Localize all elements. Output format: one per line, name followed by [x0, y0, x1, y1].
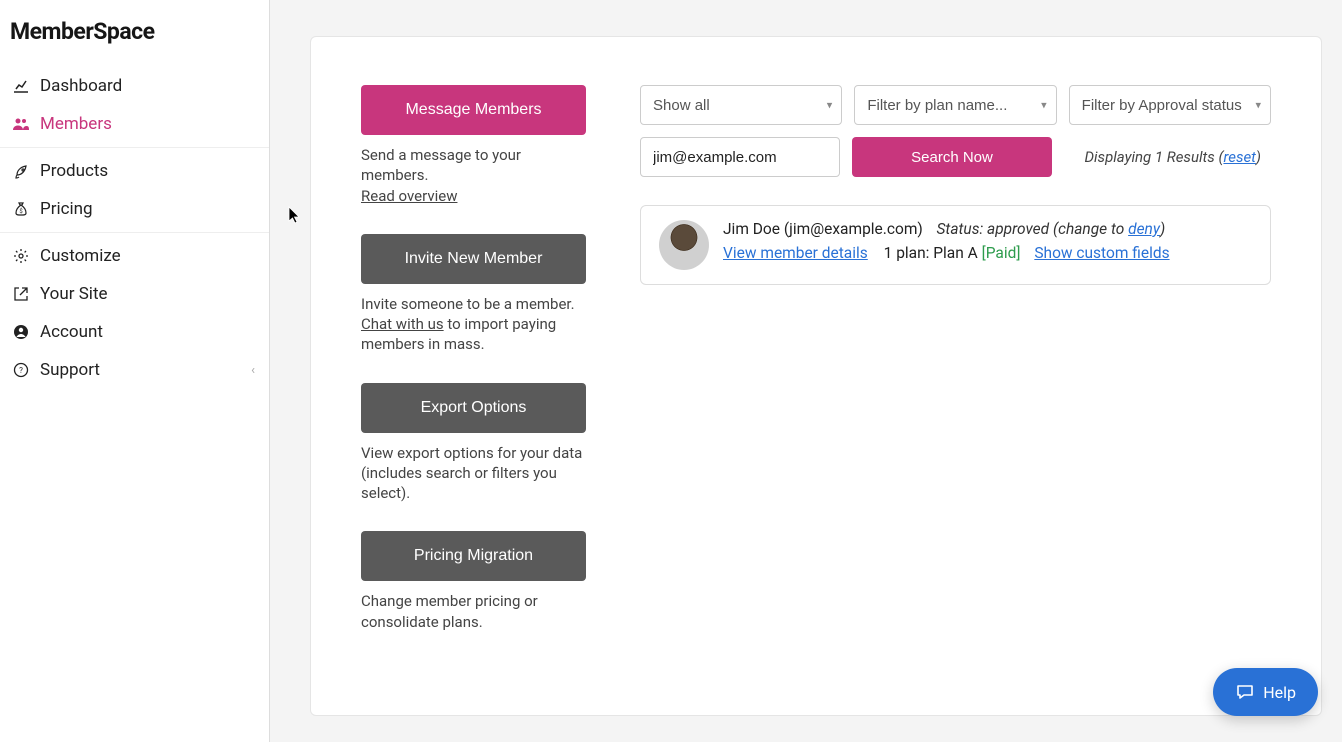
pricing-helper: Change member pricing or consolidate pla…: [361, 591, 586, 632]
sidebar-item-label: Products: [40, 161, 108, 181]
search-input[interactable]: [640, 137, 840, 177]
search-now-button[interactable]: Search Now: [852, 137, 1052, 177]
users-icon: [12, 115, 30, 133]
sidebar-item-label: Customize: [40, 246, 121, 266]
help-label: Help: [1263, 683, 1296, 702]
sidebar-item-products[interactable]: Products: [0, 152, 269, 190]
main-area: Message Members Send a message to your m…: [270, 0, 1342, 742]
question-circle-icon: ?: [12, 361, 30, 379]
help-button[interactable]: Help: [1213, 668, 1318, 716]
gear-icon: [12, 247, 30, 265]
deny-link[interactable]: deny: [1128, 220, 1160, 238]
view-member-details-link[interactable]: View member details: [723, 244, 868, 262]
pricing-migration-button[interactable]: Pricing Migration: [361, 531, 586, 581]
sidebar-item-label: Support: [40, 360, 100, 380]
svg-text:?: ?: [19, 366, 23, 375]
message-members-helper: Send a message to your members. Read ove…: [361, 145, 586, 206]
sidebar-item-label: Pricing: [40, 199, 93, 219]
user-circle-icon: [12, 323, 30, 341]
sidebar-item-dashboard[interactable]: Dashboard: [0, 67, 269, 105]
sidebar: MemberSpace Dashboard Members Products $: [0, 0, 270, 742]
member-plan: 1 plan: Plan A [Paid]: [884, 244, 1021, 262]
chevron-left-icon: ‹: [251, 363, 255, 378]
money-bag-icon: $: [12, 200, 30, 218]
external-link-icon: [12, 285, 30, 303]
export-options-button[interactable]: Export Options: [361, 383, 586, 433]
rocket-icon: [12, 162, 30, 180]
invite-new-member-button[interactable]: Invite New Member: [361, 234, 586, 284]
results-column: Show all ▾ Filter by plan name... ▾ Filt…: [640, 85, 1271, 675]
sidebar-item-label: Your Site: [40, 284, 108, 304]
show-custom-fields-link[interactable]: Show custom fields: [1034, 244, 1169, 262]
sidebar-item-pricing[interactable]: $ Pricing: [0, 190, 269, 228]
approval-filter-select[interactable]: Filter by Approval status...: [1069, 85, 1271, 125]
plan-filter-select[interactable]: Filter by plan name...: [854, 85, 1056, 125]
message-members-button[interactable]: Message Members: [361, 85, 586, 135]
member-status: Status: approved (change to deny): [933, 220, 1166, 238]
chat-icon: [1235, 682, 1255, 702]
member-name: Jim Doe (jim@example.com): [723, 220, 923, 238]
sidebar-item-label: Dashboard: [40, 76, 122, 96]
sidebar-item-support[interactable]: ? Support ‹: [0, 351, 269, 389]
cursor-icon: [288, 206, 302, 224]
avatar: [659, 220, 709, 270]
sidebar-item-label: Account: [40, 322, 103, 342]
svg-text:$: $: [19, 208, 23, 215]
sidebar-item-customize[interactable]: Customize: [0, 237, 269, 275]
sidebar-item-members[interactable]: Members: [0, 105, 269, 143]
logo: MemberSpace: [0, 0, 269, 63]
chat-with-us-link[interactable]: Chat with us: [361, 315, 444, 333]
sidebar-item-account[interactable]: Account: [0, 313, 269, 351]
sidebar-item-label: Members: [40, 114, 112, 134]
content-panel: Message Members Send a message to your m…: [310, 36, 1322, 716]
show-filter-select[interactable]: Show all: [640, 85, 842, 125]
invite-helper: Invite someone to be a member. Chat with…: [361, 294, 586, 355]
actions-column: Message Members Send a message to your m…: [361, 85, 586, 675]
reset-link[interactable]: reset: [1223, 148, 1255, 166]
sidebar-item-your-site[interactable]: Your Site: [0, 275, 269, 313]
export-helper: View export options for your data (inclu…: [361, 443, 586, 504]
read-overview-link[interactable]: Read overview: [361, 187, 457, 205]
member-card: Jim Doe (jim@example.com) Status: approv…: [640, 205, 1271, 285]
results-count: Displaying 1 Results (reset): [1084, 148, 1271, 166]
chart-line-icon: [12, 77, 30, 95]
